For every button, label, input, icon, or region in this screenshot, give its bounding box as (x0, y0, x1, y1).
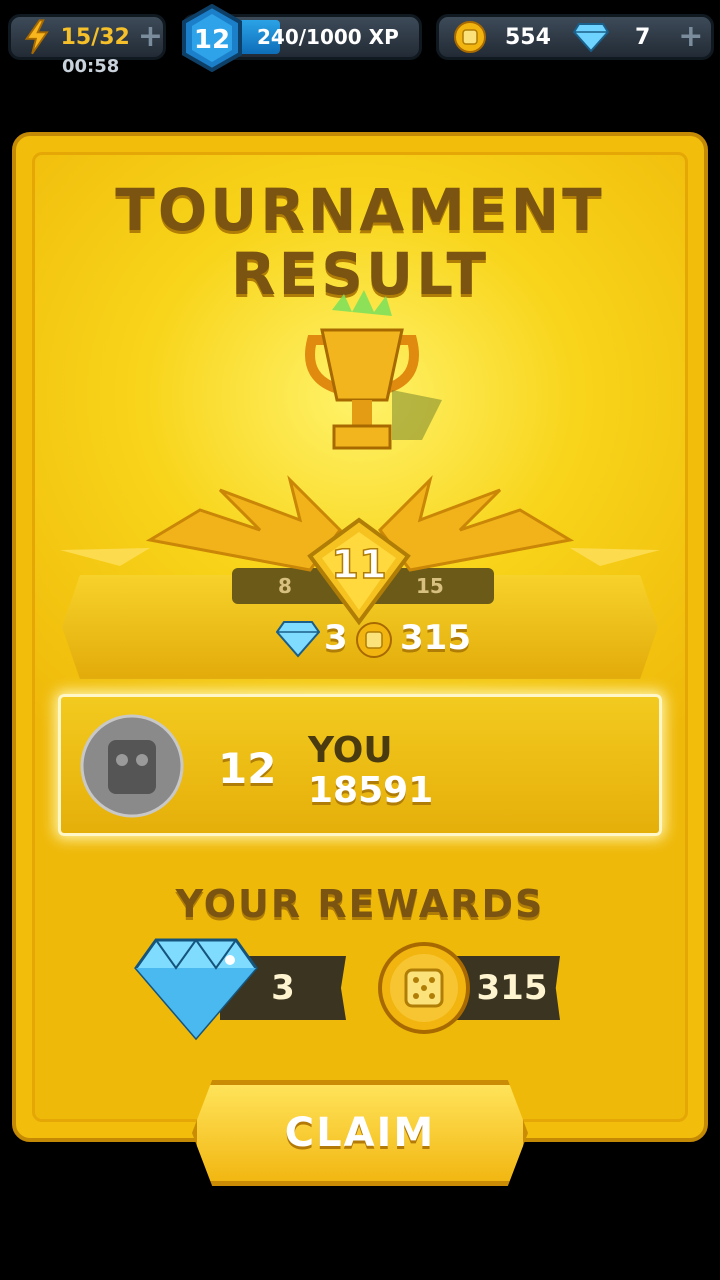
rank-shield: 11 (307, 517, 411, 626)
energy-counter[interactable]: 15/32 + (8, 14, 166, 60)
claim-button[interactable]: CLAIM (192, 1080, 528, 1186)
add-gems-icon[interactable]: + (678, 22, 703, 52)
coin-count: 554 (505, 24, 551, 50)
xp-value: 240/1000 XP (257, 25, 399, 49)
avatar (80, 714, 184, 818)
player-name: YOU (308, 730, 393, 771)
energy-value: 15/32 (60, 24, 130, 50)
claim-label: CLAIM (284, 1110, 436, 1156)
trophy-icon (305, 290, 442, 450)
rewards-heading: YOUR REWARDS (175, 882, 545, 926)
rank-gem-reward: 3 (324, 618, 348, 658)
currency-bar: 554 7 + (436, 14, 714, 60)
rank-position: 11 (331, 542, 387, 588)
add-energy-icon[interactable]: + (138, 22, 163, 52)
energy-timer: 00:58 (62, 56, 120, 77)
title-tournament: TOURNAMENT (115, 176, 605, 244)
coin-icon (454, 21, 486, 53)
level-value: 12 (194, 25, 230, 55)
level-badge: 12 (182, 4, 242, 72)
player-rank: 12 (218, 744, 277, 793)
rank-coin-icon (356, 622, 392, 658)
player-score: 18591 (308, 770, 434, 811)
gem-reward-value: 3 (271, 968, 295, 1008)
lightning-icon (24, 19, 49, 55)
large-gem-icon (134, 938, 258, 1041)
large-coin-icon (378, 942, 470, 1034)
gem-count: 7 (634, 24, 651, 50)
coin-reward-value: 315 (476, 968, 548, 1008)
gem-icon (572, 23, 609, 52)
rank-gem-icon (276, 621, 320, 658)
rank-coin-reward: 315 (400, 618, 471, 658)
